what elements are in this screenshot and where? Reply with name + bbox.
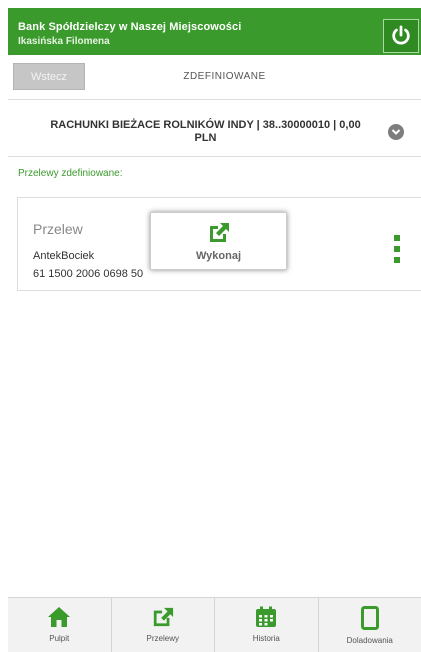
transfer-account: 61 1500 2006 0698 50 [33,268,144,280]
execute-button[interactable]: Wykonaj [150,212,287,270]
bank-name: Bank Spółdzielczy w Naszej Miejscowości [18,21,242,33]
execute-label: Wykonaj [195,250,242,262]
bottom-nav-label: Przelewy [146,634,179,643]
more-options-icon[interactable] [394,235,401,263]
calendar-icon [256,606,277,627]
page-title: Zdefiniowane [183,71,266,82]
bottom-nav-przelewy[interactable]: Przelewy [112,598,215,652]
nav-bar: Wstecz Zdefiniowane [8,55,421,100]
bottom-nav-pulpit[interactable]: Pulpit [8,598,112,652]
user-name: Ikasińska Filomena [18,36,110,47]
app-header: Bank Spółdzielczy w Naszej Miejscowości … [8,8,421,55]
power-icon [392,25,410,45]
bottom-nav-doladowania[interactable]: Doladowania [319,598,421,652]
account-line-2: PLN [194,132,217,144]
account-select-label: RACHUNKI BIEŻACE ROLNIKÓW INDY | 38..300… [33,119,378,145]
home-icon [48,607,71,627]
bottom-nav-label: Doladowania [346,636,393,645]
logout-button[interactable] [383,19,419,53]
chevron-down-icon[interactable] [388,124,404,140]
transfer-title: Przelew [33,221,83,237]
section-label: Przelewy zdefiniowane: [18,168,123,179]
external-link-icon [153,607,173,627]
bottom-nav-historia[interactable]: Historia [215,598,319,652]
bottom-nav-label: Historia [252,634,280,643]
account-select[interactable]: RACHUNKI BIEŻACE ROLNIKÓW INDY | 38..300… [8,103,421,157]
transfer-recipient: AntekBociek [33,250,95,262]
bottom-nav: Pulpit Przelewy Historia Doladowania [8,597,421,652]
bottom-nav-label: Pulpit [49,634,70,643]
external-link-icon [209,223,229,242]
phone-icon [360,606,379,630]
account-line-1: RACHUNKI BIEŻACE ROLNIKÓW INDY | 38..300… [50,119,361,131]
